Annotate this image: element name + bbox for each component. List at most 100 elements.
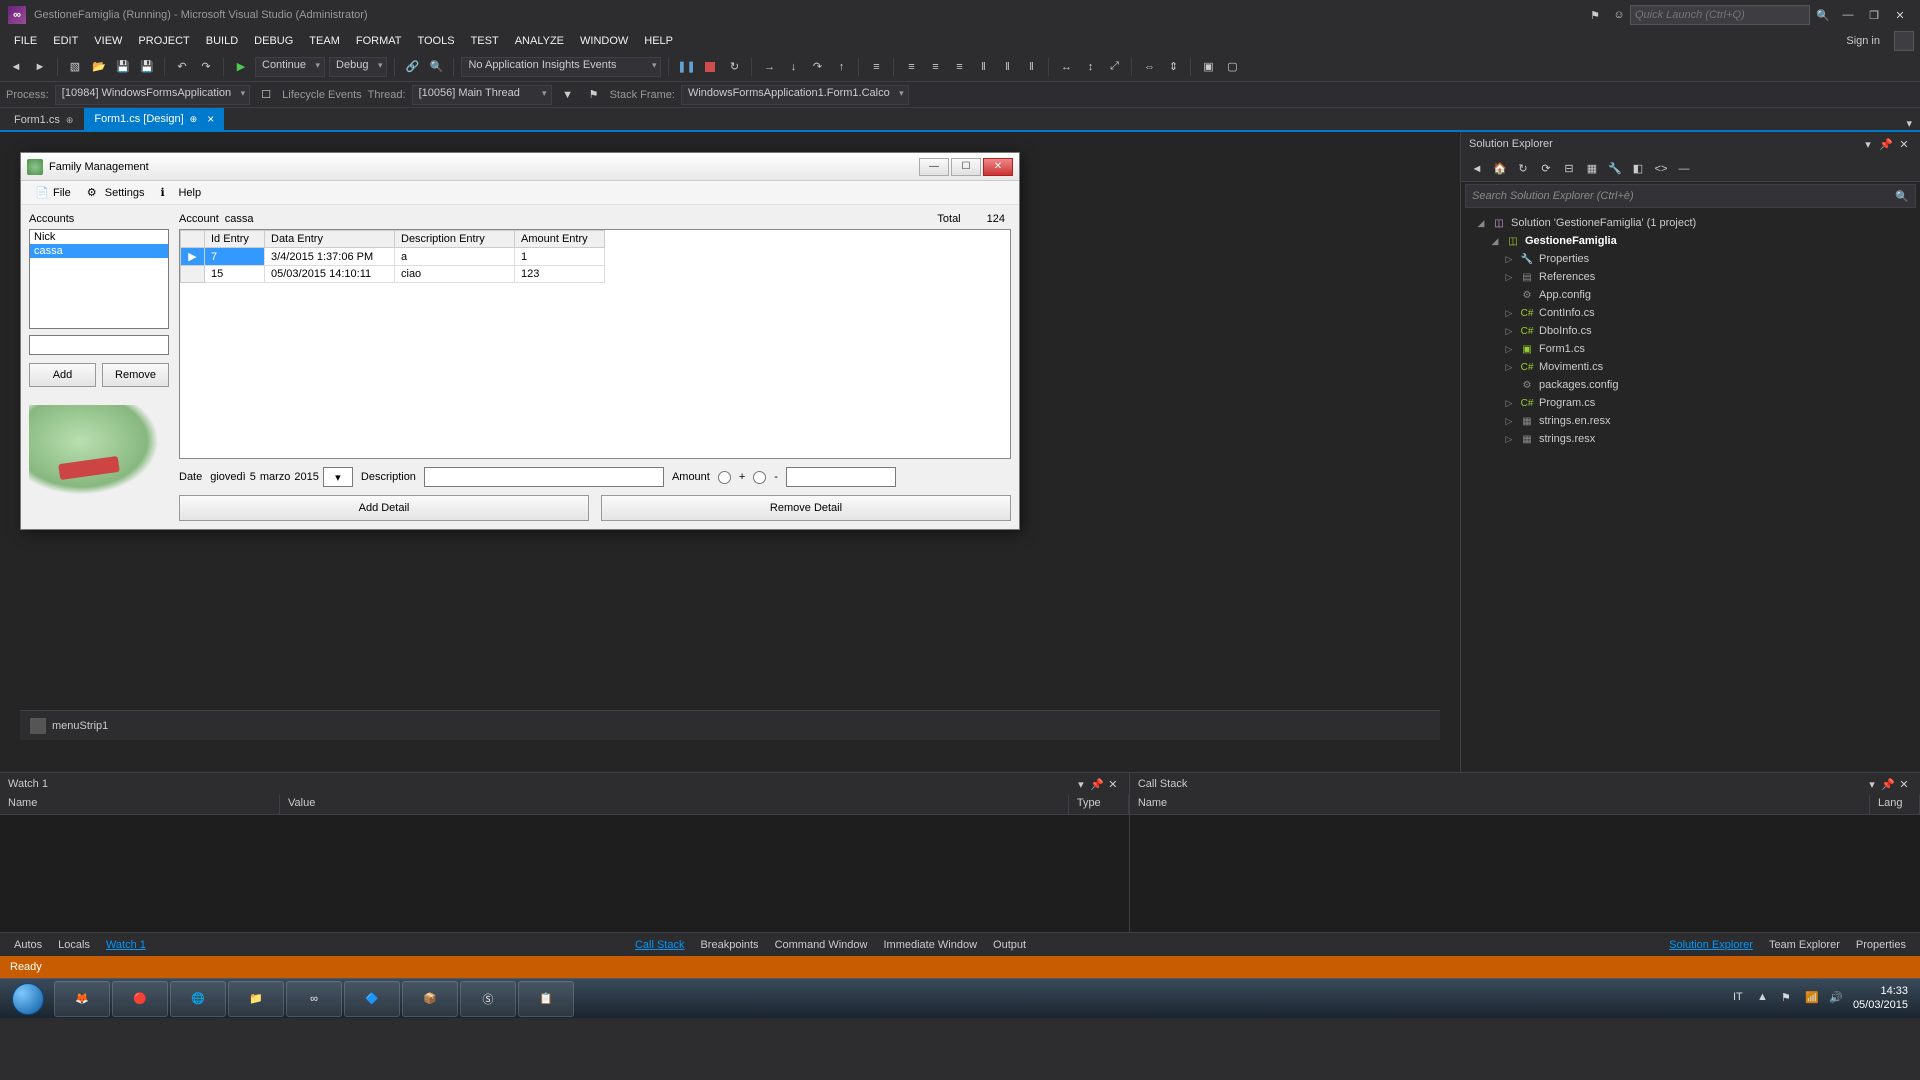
- tray-flag-icon[interactable]: ⚑: [1781, 991, 1797, 1007]
- menu-window[interactable]: WINDOW: [572, 33, 636, 49]
- align-left-icon[interactable]: ≡: [901, 57, 921, 77]
- taskbar-firefox[interactable]: 🦊: [54, 981, 110, 1017]
- panel-close-icon[interactable]: ✕: [1896, 778, 1912, 791]
- grid-col-desc[interactable]: Description Entry: [395, 231, 515, 248]
- remove-button[interactable]: Remove: [102, 363, 169, 387]
- bottab-output[interactable]: Output: [985, 936, 1034, 954]
- size-h-icon[interactable]: ↔: [1056, 57, 1076, 77]
- bring-front-icon[interactable]: ▣: [1198, 57, 1218, 77]
- bottab-locals[interactable]: Locals: [50, 936, 98, 954]
- callstack-content[interactable]: [1130, 815, 1920, 932]
- panel-close-icon[interactable]: ✕: [1896, 136, 1912, 152]
- bottab-autos[interactable]: Autos: [6, 936, 50, 954]
- thread-filter-icon[interactable]: ▼: [558, 85, 578, 105]
- thread-flag-icon[interactable]: ⚑: [584, 85, 604, 105]
- save-icon[interactable]: 💾: [113, 57, 133, 77]
- menu-format[interactable]: FORMAT: [348, 33, 410, 49]
- list-item[interactable]: cassa: [30, 244, 168, 258]
- restart-icon[interactable]: ↻: [724, 57, 744, 77]
- align-bottom-icon[interactable]: ‖: [1021, 57, 1041, 77]
- tab-form1-design[interactable]: Form1.cs [Design]⊕×: [84, 108, 224, 130]
- wf-minimize-button[interactable]: —: [919, 158, 949, 176]
- tree-node-references[interactable]: ▷▤References: [1461, 268, 1920, 286]
- thread-dropdown[interactable]: [10056] Main Thread: [412, 85, 552, 105]
- pin-icon[interactable]: ⊕: [190, 114, 198, 125]
- taskbar-vs[interactable]: ∞: [286, 981, 342, 1017]
- tree-node-form1[interactable]: ▷▣Form1.cs: [1461, 340, 1920, 358]
- size-both-icon[interactable]: ⤢: [1104, 57, 1124, 77]
- callstack-col-name[interactable]: Name: [1130, 795, 1870, 814]
- sol-refresh-icon[interactable]: ⟳: [1536, 159, 1556, 179]
- sol-sync-icon[interactable]: ↻: [1513, 159, 1533, 179]
- minus-radio[interactable]: [753, 471, 766, 484]
- tray-up-icon[interactable]: ▲: [1757, 991, 1773, 1007]
- bottab-cmdwindow[interactable]: Command Window: [767, 936, 876, 954]
- watch-col-value[interactable]: Value: [280, 795, 1069, 814]
- sol-code-icon[interactable]: <>: [1651, 159, 1671, 179]
- process-dropdown[interactable]: [10984] WindowsFormsApplication: [55, 85, 250, 105]
- stackframe-dropdown[interactable]: WindowsFormsApplication1.Form1.Calco: [681, 85, 909, 105]
- menu-file[interactable]: FILE: [6, 33, 45, 49]
- panel-dropdown-icon[interactable]: ▾: [1860, 136, 1876, 152]
- taskbar-skype[interactable]: Ⓢ: [460, 981, 516, 1017]
- menu-project[interactable]: PROJECT: [130, 33, 197, 49]
- remove-detail-button[interactable]: Remove Detail: [601, 495, 1011, 521]
- panel-pin-icon[interactable]: 📌: [1878, 136, 1894, 152]
- close-button[interactable]: ✕: [1888, 5, 1912, 25]
- grid-col-amount[interactable]: Amount Entry: [515, 231, 605, 248]
- tree-node-properties[interactable]: ▷🔧Properties: [1461, 250, 1920, 268]
- panel-dropdown-icon[interactable]: ▾: [1073, 778, 1089, 791]
- continue-dropdown[interactable]: Continue: [255, 57, 325, 77]
- nav-fwd-icon[interactable]: ►: [30, 57, 50, 77]
- browser-link-icon[interactable]: 🔗: [402, 57, 422, 77]
- entries-grid[interactable]: Id Entry Data Entry Description Entry Am…: [179, 229, 1011, 459]
- sol-preview-icon[interactable]: ◧: [1628, 159, 1648, 179]
- open-icon[interactable]: 📂: [89, 57, 109, 77]
- align-top-icon[interactable]: ‖: [973, 57, 993, 77]
- step-over-icon[interactable]: ↷: [807, 57, 827, 77]
- taskbar-app4[interactable]: 📋: [518, 981, 574, 1017]
- row-selector[interactable]: [181, 266, 205, 283]
- component-menustrip[interactable]: menuStrip1: [30, 718, 108, 734]
- date-picker[interactable]: giovedì 5 marzo 2015 ▾: [210, 467, 353, 487]
- lifecycle-icon[interactable]: ☐: [256, 85, 276, 105]
- taskbar-app2[interactable]: 🔷: [344, 981, 400, 1017]
- callstack-col-lang[interactable]: Lang: [1870, 795, 1920, 814]
- sol-collapse-icon[interactable]: ⊟: [1559, 159, 1579, 179]
- tab-form1-cs[interactable]: Form1.cs⊕: [4, 110, 83, 130]
- start-button[interactable]: [4, 981, 52, 1017]
- show-next-icon[interactable]: →: [759, 57, 779, 77]
- menu-tools[interactable]: TOOLS: [409, 33, 462, 49]
- calendar-icon[interactable]: ▾: [323, 467, 353, 487]
- align-middle-icon[interactable]: ‖: [997, 57, 1017, 77]
- bottab-breakpoints[interactable]: Breakpoints: [692, 936, 766, 954]
- grid-row[interactable]: 15 05/03/2015 14:10:11 ciao 123: [181, 266, 605, 283]
- bottab-callstack[interactable]: Call Stack: [627, 936, 693, 954]
- close-tab-icon[interactable]: ×: [207, 112, 214, 126]
- project-node[interactable]: ◢◫GestioneFamiglia: [1461, 232, 1920, 250]
- spacing-h-icon[interactable]: ⇔: [1139, 57, 1159, 77]
- account-name-input[interactable]: [29, 335, 169, 355]
- step-out-icon[interactable]: ↑: [831, 57, 851, 77]
- bottab-properties[interactable]: Properties: [1848, 936, 1914, 954]
- bottab-watch1[interactable]: Watch 1: [98, 936, 154, 954]
- minimize-button[interactable]: —: [1836, 5, 1860, 25]
- taskbar-explorer[interactable]: 📁: [228, 981, 284, 1017]
- step-into-icon[interactable]: ↓: [783, 57, 803, 77]
- watch-content[interactable]: [0, 815, 1129, 932]
- search-icon[interactable]: 🔍: [1812, 5, 1834, 25]
- form-designer-surface[interactable]: Family Management — ☐ ✕ 📄File ⚙Settings …: [0, 132, 1460, 772]
- list-item[interactable]: Nick: [30, 230, 168, 244]
- send-back-icon[interactable]: ▢: [1222, 57, 1242, 77]
- tree-node-dboinfo[interactable]: ▷C#DboInfo.cs: [1461, 322, 1920, 340]
- tree-node-movimenti[interactable]: ▷C#Movimenti.cs: [1461, 358, 1920, 376]
- menu-team[interactable]: TEAM: [301, 33, 348, 49]
- notifications-icon[interactable]: ⚑: [1584, 5, 1606, 25]
- size-v-icon[interactable]: ↕: [1080, 57, 1100, 77]
- taskbar-app1[interactable]: 🌐: [170, 981, 226, 1017]
- taskbar-app3[interactable]: 📦: [402, 981, 458, 1017]
- row-selector-icon[interactable]: ▶: [181, 248, 205, 266]
- sol-properties-icon[interactable]: 🔧: [1605, 159, 1625, 179]
- continue-icon[interactable]: ▶: [231, 57, 251, 77]
- save-all-icon[interactable]: 💾: [137, 57, 157, 77]
